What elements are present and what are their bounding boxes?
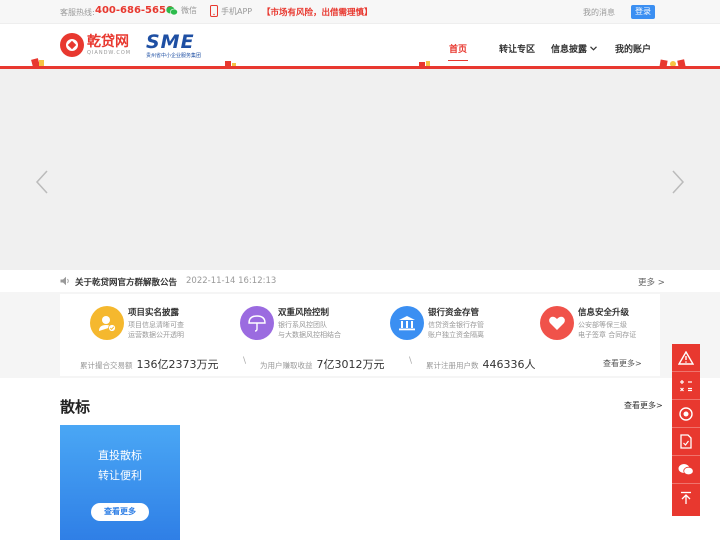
stat-item: 累计注册用户数 446336人 bbox=[426, 356, 536, 372]
risk-warning: 【市场有风险，出借需理慎】 bbox=[262, 8, 373, 18]
feature-title: 信息安全升级 bbox=[578, 308, 630, 318]
user-check-icon bbox=[90, 306, 124, 340]
feature-title: 双重风险控制 bbox=[278, 308, 330, 318]
features-panel: 项目实名披露 项目信息清晰可查 运营数据公开透明 双重风险控制 银行系风控团队 … bbox=[60, 294, 660, 376]
feature-title: 银行资金存管 bbox=[428, 308, 480, 318]
notice-more-link[interactable]: 更多 > bbox=[638, 276, 665, 288]
wechat-label: 微信 bbox=[181, 6, 197, 15]
stat-item: 累计撮合交易额 136亿2373万元 bbox=[80, 356, 219, 372]
nav-account[interactable]: 我的账户 bbox=[615, 42, 651, 55]
heart-icon bbox=[540, 306, 574, 340]
stat-separator: \ bbox=[409, 356, 413, 366]
promo-more-button[interactable]: 查看更多 bbox=[91, 503, 149, 521]
app-label: 手机APP bbox=[221, 6, 253, 16]
warning-icon bbox=[678, 350, 694, 365]
carousel-prev-icon[interactable] bbox=[35, 170, 49, 194]
stat-value: 446336人 bbox=[482, 358, 536, 371]
site-header: 乾贷网 QIANDW.COM SME 贵州省中小企业服务集团 首页 转让专区 信… bbox=[0, 24, 720, 69]
hotline-number: 400-686-5656 bbox=[95, 5, 173, 16]
promo-line: 直投散标 bbox=[98, 449, 142, 462]
feature-title: 项目实名披露 bbox=[128, 308, 180, 318]
arrow-up-icon bbox=[681, 491, 691, 504]
feature-item: 信息安全升级 公安部等保三级 电子签章 合同存证 bbox=[540, 306, 636, 340]
notice-time: 2022-11-14 16:12:13 bbox=[186, 276, 277, 286]
floating-sidebar bbox=[672, 344, 700, 516]
carousel-next-icon[interactable] bbox=[671, 170, 685, 194]
chevron-down-icon bbox=[590, 46, 597, 51]
stats-row: 累计撮合交易额 136亿2373万元 \ 为用户赚取收益 7亿3012万元 \ … bbox=[60, 352, 660, 372]
sidebar-back-to-top[interactable] bbox=[672, 484, 700, 512]
section-title: 散标 bbox=[60, 398, 91, 416]
feature-item: 双重风险控制 银行系风控团队 与大数据风控相结合 bbox=[240, 306, 341, 340]
feature-desc: 与大数据风控相结合 bbox=[278, 331, 341, 339]
wechat-icon bbox=[166, 6, 178, 15]
hero-banner bbox=[0, 69, 720, 270]
sidebar-risk[interactable] bbox=[672, 344, 700, 372]
customer-service-icon bbox=[679, 406, 693, 421]
stat-label: 累计注册用户数 bbox=[426, 361, 479, 370]
feature-desc: 信贷资金银行存管 bbox=[428, 321, 484, 329]
section-more-link[interactable]: 查看更多> bbox=[624, 400, 663, 411]
calculator-icon bbox=[680, 379, 692, 391]
sme-logo: SME 贵州省中小企业服务集团 bbox=[146, 32, 201, 59]
feature-desc: 账户独立资金隔离 bbox=[428, 331, 484, 339]
stat-value: 7亿3012万元 bbox=[316, 358, 385, 371]
promo-card: 直投散标 转让便利 查看更多 bbox=[60, 425, 180, 540]
login-button[interactable]: 登录 bbox=[631, 5, 655, 19]
mobile-app-link[interactable]: 手机APP bbox=[210, 5, 252, 17]
umbrella-icon bbox=[240, 306, 274, 340]
nav-transfer[interactable]: 转让专区 bbox=[499, 42, 535, 55]
sidebar-wechat[interactable] bbox=[672, 456, 700, 484]
nav-home[interactable]: 首页 bbox=[449, 42, 467, 55]
document-icon bbox=[680, 434, 692, 449]
notice-bar: 关于乾贷网官方群解散公告 2022-11-14 16:12:13 更多 > bbox=[0, 270, 720, 292]
sidebar-service[interactable] bbox=[672, 400, 700, 428]
my-messages-link[interactable]: 我的消息 bbox=[583, 7, 615, 18]
notice-title[interactable]: 关于乾贷网官方群解散公告 bbox=[75, 276, 177, 288]
logo-text: 乾贷网 bbox=[87, 33, 129, 50]
stats-more-link[interactable]: 查看更多> bbox=[603, 358, 642, 369]
feature-desc: 电子签章 合同存证 bbox=[578, 331, 637, 339]
bank-icon bbox=[390, 306, 424, 340]
phone-icon bbox=[210, 5, 218, 17]
feature-desc: 银行系风控团队 bbox=[278, 321, 327, 329]
feature-desc: 项目信息清晰可查 bbox=[128, 321, 184, 329]
logo-subtext: QIANDW.COM bbox=[87, 49, 132, 56]
feature-item: 项目实名披露 项目信息清晰可查 运营数据公开透明 bbox=[90, 306, 184, 340]
hotline-label: 客服热线: bbox=[60, 8, 95, 17]
stat-separator: \ bbox=[243, 356, 247, 366]
feature-desc: 公安部等保三级 bbox=[578, 321, 627, 329]
nav-active-indicator bbox=[448, 60, 468, 61]
nav-disclosure[interactable]: 信息披露 bbox=[551, 42, 597, 55]
top-bar: 客服热线: 400-686-5656 微信 手机APP 【市场有风险，出借需理慎… bbox=[0, 0, 720, 24]
wechat-link[interactable]: 微信 bbox=[166, 5, 197, 16]
site-logo[interactable]: 乾贷网 QIANDW.COM bbox=[60, 33, 131, 57]
stat-label: 为用户赚取收益 bbox=[260, 361, 313, 370]
sidebar-document[interactable] bbox=[672, 428, 700, 456]
sme-logo-subtext: 贵州省中小企业服务集团 bbox=[146, 53, 202, 59]
feature-item: 银行资金存管 信贷资金银行存管 账户独立资金隔离 bbox=[390, 306, 484, 340]
nav-disclosure-label: 信息披露 bbox=[551, 45, 588, 55]
wechat-icon bbox=[678, 464, 694, 476]
sidebar-calculator[interactable] bbox=[672, 372, 700, 400]
speaker-icon bbox=[60, 276, 69, 286]
sme-logo-text: SME bbox=[146, 31, 195, 53]
logo-mark-icon bbox=[60, 33, 84, 57]
stat-value: 136亿2373万元 bbox=[136, 358, 219, 371]
feature-desc: 运营数据公开透明 bbox=[128, 331, 184, 339]
stat-label: 累计撮合交易额 bbox=[80, 361, 133, 370]
promo-line: 转让便利 bbox=[98, 469, 142, 482]
stat-item: 为用户赚取收益 7亿3012万元 bbox=[260, 356, 385, 372]
